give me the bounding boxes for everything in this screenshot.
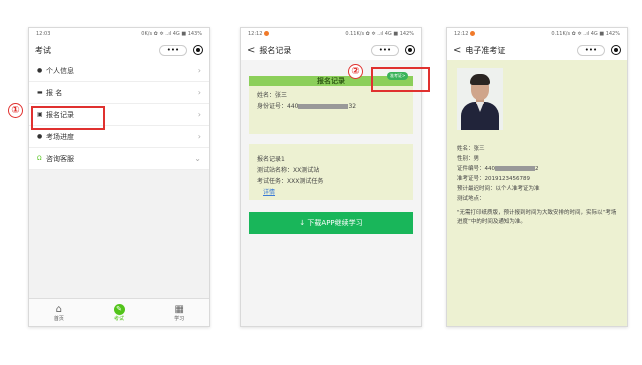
back-button[interactable]: < [247,45,255,56]
ticket-notice: "无需打印纸质版，预计报到时间为大致安排的时间，实际以“考场进度”中的时间及通知… [457,210,617,225]
tab-bar: ⌂ 首页 ✎ 考试 ▦ 学习 [29,298,209,326]
status-time: 12:12 [454,31,476,37]
home-icon: ⌂ [55,303,63,315]
tab-label: 考试 [113,315,124,322]
menu-item-registration[interactable]: ▬ 报 名 › [29,82,209,104]
highlight-box-records [31,106,105,130]
notification-dot-icon [470,31,476,36]
progress-icon: ● [37,133,43,140]
status-bar: 12:12 0.11K/s ✿ ✲ ..ıl 4G ■ 142% [447,28,627,40]
step-marker-2: ② [348,64,363,79]
back-button[interactable]: < [453,45,461,56]
status-network: 0K/s ✿ ✲ ..ıl 4G ■ 143% [141,31,202,37]
notification-dot-icon [264,31,270,36]
screen-exam-menu: 12:03 0K/s ✿ ✲ ..ıl 4G ■ 143% 考试 ••• ● 个… [28,27,210,327]
close-miniprogram-icon[interactable] [193,45,203,55]
more-menu-button[interactable]: ••• [159,44,187,56]
ticket-content: 姓名：张三 性别：男 证件编号：440 2 准考证号：2019123456789 … [447,60,627,326]
study-icon: ▦ [174,303,184,315]
tab-study[interactable]: ▦ 学习 [174,304,184,322]
more-menu-button[interactable]: ••• [371,44,399,56]
chevron-right-icon: › [197,66,201,75]
highlight-box-ticket [371,67,430,92]
menu-item-label: 个人信息 [46,66,74,75]
exam-icon: ✎ [113,303,125,315]
nav-bar: 考试 ••• [29,40,209,60]
masked-value [298,104,349,109]
menu-item-customer-service[interactable]: Ω 咨询客服 ⌄ [29,148,209,170]
tab-home[interactable]: ⌂ 首页 [54,304,64,322]
page-title: 考试 [35,45,51,55]
ticket-gender: 性别：男 [457,156,480,162]
status-time: 12:03 [36,31,51,37]
id-number-field: 身份证号：440 32 [257,103,357,110]
details-link[interactable]: 详情 [263,189,275,196]
masked-value [495,166,535,171]
page-title: 电子准考证 [465,45,506,55]
more-menu-button[interactable]: ••• [577,44,605,56]
status-network: 0.11K/s ✿ ✲ ..ıl 4G ■ 142% [345,31,414,37]
status-network: 0.11K/s ✿ ✲ ..ıl 4G ■ 142% [551,31,620,37]
ticket-name: 姓名：张三 [457,146,485,152]
tab-exam[interactable]: ✎ 考试 [113,303,125,322]
headset-icon: Ω [37,155,42,162]
screen-electronic-ticket: 12:12 0.11K/s ✿ ✲ ..ıl 4G ■ 142% < 电子准考证… [446,27,628,327]
close-miniprogram-icon[interactable] [611,45,621,55]
chevron-right-icon: › [197,110,201,119]
download-app-button[interactable]: ↓ 下载APP继续学习 [249,212,413,234]
step-marker-1: ① [8,103,23,118]
tab-label: 学习 [174,315,185,322]
nav-bar: < 报名记录 ••• [241,40,421,60]
records-content: 报名记录 姓名：张三 身份证号：440 32 报名记录1 测试站名称：XX测试站 … [241,60,421,326]
status-bar: 12:12 0.11K/s ✿ ✲ ..ıl 4G ■ 142% [241,28,421,40]
chevron-down-icon: ⌄ [194,154,201,163]
menu-item-label: 考场进度 [46,132,74,141]
chevron-right-icon: › [197,132,201,141]
site-name: 测试站名称：XX测试站 [257,167,320,174]
status-bar: 12:03 0K/s ✿ ✲ ..ıl 4G ■ 143% [29,28,209,40]
ticket-number: 准考证号：2019123456789 [457,176,530,182]
record-card: 报名记录1 测试站名称：XX测试站 考试任务：XXX测试任务 详情 [249,144,413,200]
chevron-right-icon: › [197,88,201,97]
close-miniprogram-icon[interactable] [405,45,415,55]
person-icon: ● [37,67,43,74]
page-title: 报名记录 [259,45,292,55]
nav-bar: < 电子准考证 ••• [447,40,627,60]
ticket-report-time: 预计最迟时间：以个人准考证为准 [457,186,540,192]
status-time: 12:12 [248,31,270,37]
exam-task: 考试任务：XXX测试任务 [257,178,324,185]
id-card-icon: ▬ [37,89,43,96]
ticket-location: 测试地点： [457,196,485,202]
ticket-id-number: 证件编号：440 2 [457,166,539,172]
menu-item-personal-info[interactable]: ● 个人信息 › [29,60,209,82]
menu-item-label: 咨询客服 [46,154,74,163]
empty-area [29,170,209,305]
menu-item-label: 报 名 [46,88,63,97]
tab-label: 首页 [53,315,64,322]
candidate-photo [457,68,503,130]
record-title: 报名记录1 [257,156,285,163]
